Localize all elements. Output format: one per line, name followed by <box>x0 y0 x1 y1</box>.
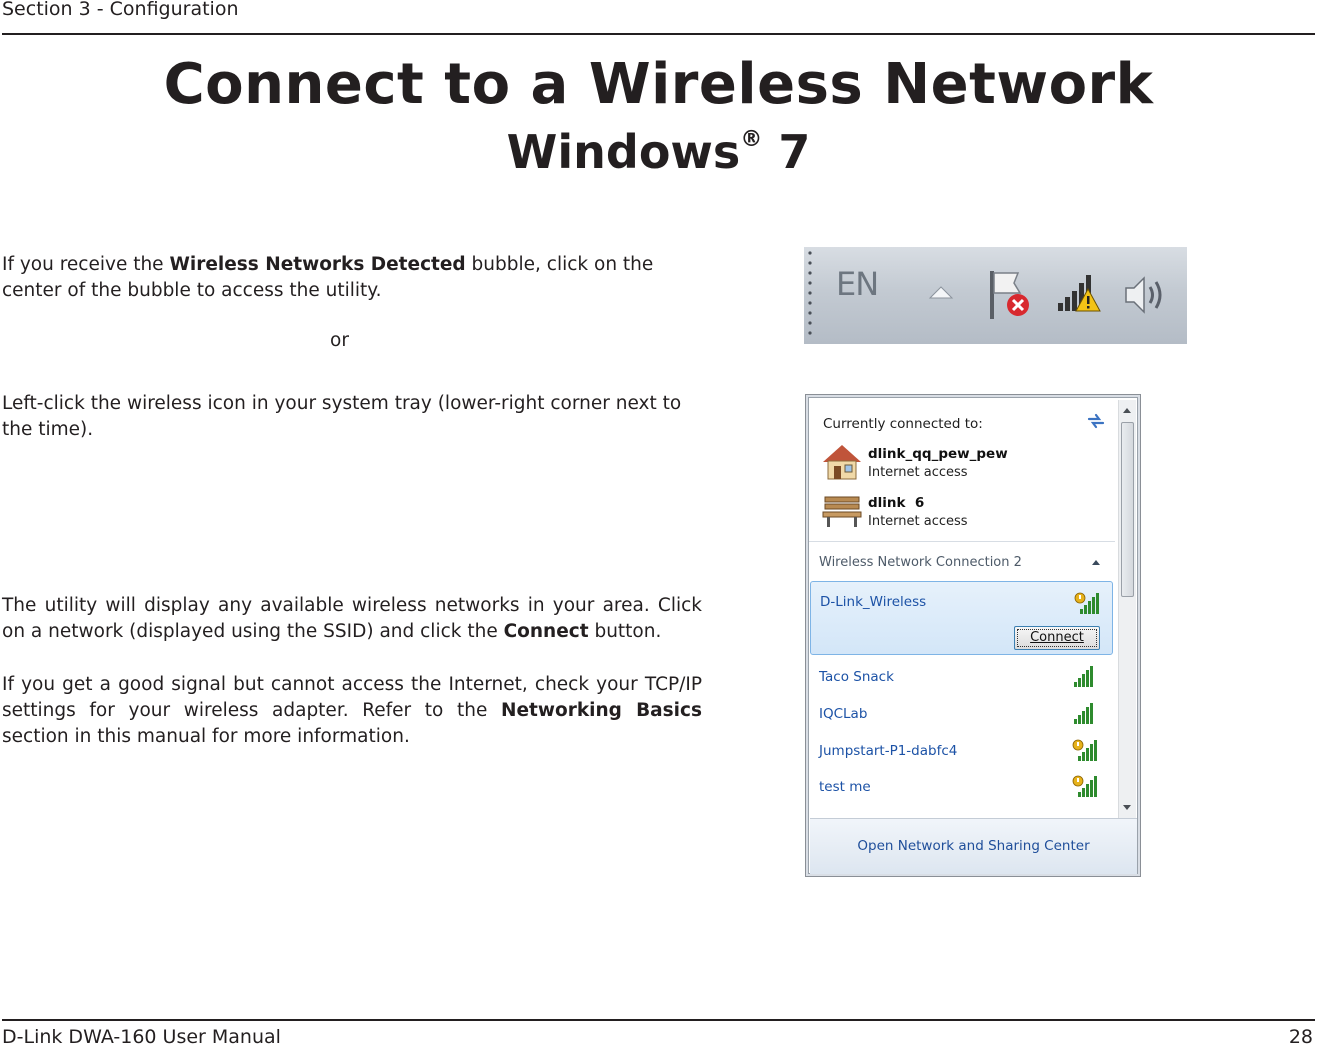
section-divider <box>809 541 1115 542</box>
text: button. <box>588 621 662 642</box>
connection-name: dlink_qq_pew_pew <box>868 446 1008 462</box>
network-name: IQCLab <box>819 706 868 722</box>
network-list-item[interactable]: test me <box>819 773 1109 803</box>
page-subtitle: Windows® 7 <box>0 125 1317 179</box>
wireless-signal-warning-icon[interactable] <box>1054 269 1102 317</box>
connect-button[interactable]: Connect <box>1014 626 1100 650</box>
signal-strength-icon <box>1074 666 1093 687</box>
footer-divider <box>2 1019 1315 1021</box>
text: If you receive the <box>2 254 170 275</box>
bold-term: Networking Basics <box>501 700 702 721</box>
chevron-up-icon[interactable] <box>1092 560 1100 565</box>
manual-name: D-Link DWA-160 User Manual <box>2 1026 281 1048</box>
page-title: Connect to a Wireless Network <box>163 52 1154 117</box>
action-center-flag-icon[interactable] <box>984 267 1034 323</box>
network-name: D-Link_Wireless <box>820 594 927 610</box>
instruction-bubble: If you receive the Wireless Networks Det… <box>2 252 702 304</box>
signal-strength-icon <box>1074 703 1093 724</box>
speaker-volume-icon[interactable] <box>1122 272 1170 318</box>
popup-footer: Open Network and Sharing Center <box>810 818 1137 874</box>
system-tray-screenshot: EN <box>804 247 1187 344</box>
instruction-troubleshoot: If you get a good signal but cannot acce… <box>2 672 702 750</box>
selected-network-item[interactable]: D-Link_Wireless Connect <box>810 581 1113 655</box>
scrollbar-thumb[interactable] <box>1121 422 1134 597</box>
connect-button-label: Connect <box>1030 630 1084 645</box>
network-name: test me <box>819 779 871 795</box>
show-hidden-icons-arrow-icon[interactable] <box>928 285 954 301</box>
page-number: 28 <box>1288 1026 1313 1048</box>
scroll-up-arrow-icon[interactable] <box>1123 408 1131 413</box>
wireless-networks-popup: Currently connected to: dlink_qq_pew_pew… <box>805 394 1141 877</box>
network-name: Taco Snack <box>819 669 894 685</box>
network-list-item[interactable]: Taco Snack <box>819 663 1109 693</box>
instruction-select-network: The utility will display any available w… <box>2 593 702 645</box>
taskbar-grip-icon <box>808 251 812 335</box>
popup-content: Currently connected to: dlink_qq_pew_pew… <box>808 397 1138 874</box>
language-indicator[interactable]: EN <box>836 265 879 303</box>
secured-signal-strength-icon <box>1072 775 1097 797</box>
instruction-tray-icon: Left-click the wireless icon in your sys… <box>2 393 682 440</box>
network-list-item[interactable]: IQCLab <box>819 700 1109 730</box>
section-header: Section 3 - Configuration <box>2 0 239 20</box>
connection-name: dlink 6 <box>868 495 925 511</box>
secured-signal-strength-icon <box>1072 739 1097 761</box>
park-bench-public-network-icon <box>822 496 862 527</box>
registered-mark: ® <box>740 127 763 152</box>
secured-signal-strength-icon <box>1074 592 1099 614</box>
network-list-item[interactable]: Jumpstart-P1-dabfc4 <box>819 737 1109 767</box>
bold-term: Connect <box>503 621 589 642</box>
home-network-icon <box>823 445 861 480</box>
subtitle-version: 7 <box>762 125 811 179</box>
connection-status: Internet access <box>868 465 968 480</box>
or-separator: or <box>330 330 349 351</box>
open-network-sharing-center-link[interactable]: Open Network and Sharing Center <box>810 838 1137 854</box>
scroll-down-arrow-icon[interactable] <box>1123 805 1131 810</box>
adapter-group-label[interactable]: Wireless Network Connection 2 <box>819 555 1022 570</box>
vertical-scrollbar[interactable] <box>1118 400 1136 820</box>
header-divider <box>2 33 1315 35</box>
network-name: Jumpstart-P1-dabfc4 <box>819 743 958 759</box>
connection-status: Internet access <box>868 514 968 529</box>
bold-term: Wireless Networks Detected <box>169 254 466 275</box>
currently-connected-label: Currently connected to: <box>823 416 983 432</box>
text: section in this manual for more informat… <box>2 726 410 747</box>
refresh-icon[interactable] <box>1085 411 1107 431</box>
subtitle-os: Windows <box>506 125 741 179</box>
